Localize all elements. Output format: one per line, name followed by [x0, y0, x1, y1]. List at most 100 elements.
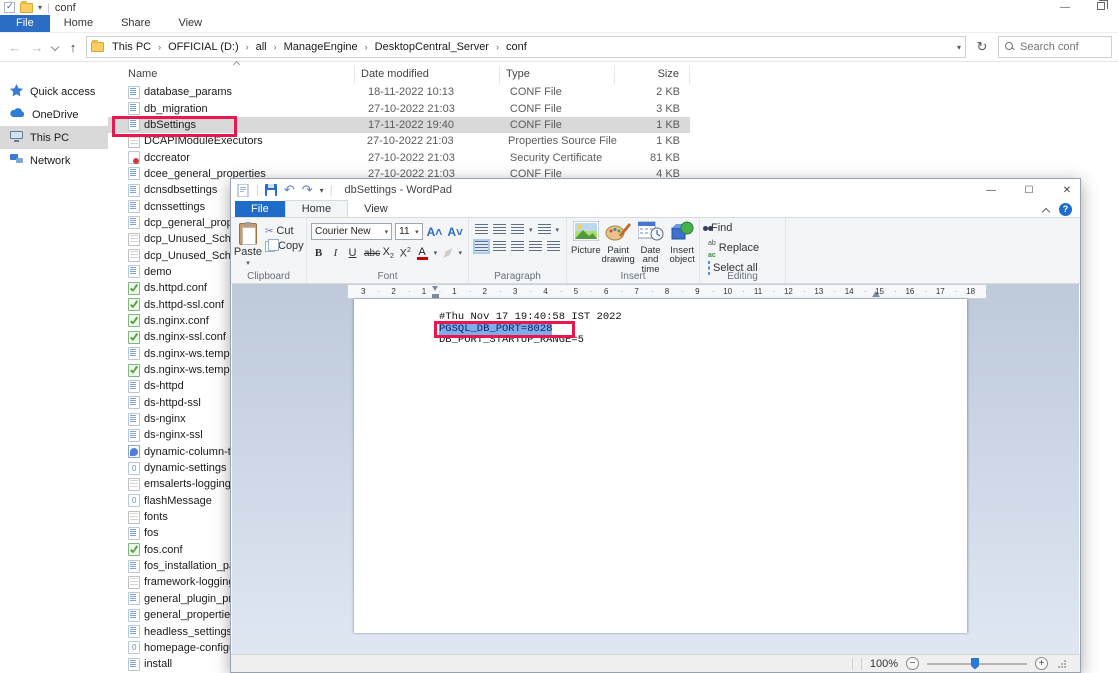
sidebar-item-onedrive[interactable]: OneDrive — [0, 103, 108, 126]
table-row[interactable]: dccreator 27-10-2022 21:03 Security Cert… — [108, 149, 690, 165]
table-row[interactable]: db_migration 27-10-2022 21:03 CONF File … — [108, 100, 690, 116]
file-date: 18-11-2022 10:13 — [362, 86, 504, 98]
breadcrumb-item[interactable]: ManageEngine — [280, 40, 362, 54]
line-spacing-icon[interactable] — [538, 224, 551, 235]
file-type: CONF File — [504, 103, 617, 115]
tab-file[interactable]: File — [0, 15, 50, 32]
increase-indent-icon[interactable] — [493, 224, 506, 235]
tab-home[interactable]: Home — [50, 15, 107, 32]
wordpad-quick-access-toolbar: ↶ ↷ ▾ — [265, 183, 324, 198]
grow-font-button[interactable]: A˄ — [426, 225, 444, 239]
refresh-button[interactable]: ↻ — [970, 39, 994, 55]
wordpad-minimize-button[interactable]: — — [984, 185, 998, 196]
paragraph-settings-icon[interactable] — [547, 241, 560, 252]
breadcrumb-item[interactable]: DesktopCentral_Server — [371, 40, 493, 54]
zoom-slider[interactable] — [927, 663, 1027, 665]
address-bar[interactable]: This PC›OFFICIAL (D:)›all›ManageEngine›D… — [86, 36, 966, 58]
customize-toolbar-chevron-icon[interactable]: ▾ — [38, 3, 42, 12]
chevron-down-icon[interactable]: ▾ — [458, 249, 462, 257]
align-center-button[interactable] — [493, 241, 506, 252]
file-type-icon — [128, 151, 140, 164]
table-row[interactable]: database_params 18-11-2022 10:13 CONF Fi… — [108, 84, 690, 100]
wordpad-statusbar: 100% − + — [231, 654, 1080, 672]
paste-icon — [239, 223, 257, 245]
align-right-button[interactable] — [511, 241, 524, 252]
sidebar-item-network[interactable]: Network — [0, 149, 108, 172]
wordpad-tab-home[interactable]: Home — [285, 200, 348, 217]
sidebar-item-quick-access[interactable]: Quick access — [0, 80, 108, 103]
list-icon[interactable] — [511, 224, 524, 235]
strikethrough-button[interactable]: abc — [364, 248, 377, 259]
tab-share[interactable]: Share — [107, 15, 164, 32]
restore-button[interactable] — [1094, 2, 1108, 13]
sidebar-item-this-pc[interactable]: This PC — [0, 126, 108, 149]
collapse-ribbon-icon[interactable] — [1042, 207, 1051, 213]
chevron-down-icon[interactable]: ▾ — [434, 249, 438, 257]
column-header-size[interactable]: Size — [615, 66, 690, 84]
shrink-font-button[interactable]: A˅ — [446, 225, 464, 239]
breadcrumb-item[interactable]: This PC — [108, 40, 155, 54]
address-dropdown-chevron-icon[interactable]: ▾ — [957, 43, 961, 52]
redo-icon[interactable]: ↷ — [302, 183, 313, 198]
search-input[interactable] — [1020, 41, 1105, 53]
justify-button[interactable] — [529, 241, 542, 252]
bold-button[interactable]: B — [313, 247, 324, 259]
file-name: dccreator — [140, 152, 362, 164]
wordpad-ribbon: Paste ▾ ✂Cut Copy Clipboard Courier New▾… — [231, 218, 1080, 284]
ruler-number: 8 — [652, 287, 682, 296]
underline-button[interactable]: U — [347, 247, 358, 259]
font-color-button[interactable]: A — [417, 247, 428, 260]
replace-button[interactable]: abacReplace — [708, 236, 785, 260]
wordpad-maximize-button[interactable]: ☐ — [1022, 185, 1036, 196]
undo-icon[interactable]: ↶ — [284, 183, 295, 198]
table-row[interactable]: DCAPIModuleExecutors 27-10-2022 21:03 Pr… — [108, 133, 690, 149]
decrease-indent-icon[interactable] — [475, 224, 488, 235]
annotation-port-box — [434, 321, 575, 338]
save-icon[interactable] — [265, 184, 277, 196]
font-size-select[interactable]: 11▾ — [395, 223, 423, 240]
breadcrumb-item[interactable]: OFFICIAL (D:) — [164, 40, 242, 54]
cut-icon: ✂ — [265, 226, 273, 237]
document-page[interactable]: #Thu Nov 17 19:40:58 IST 2022PGSQL_DB_PO… — [354, 299, 967, 633]
up-button[interactable]: ↑ — [64, 40, 82, 55]
copy-button[interactable]: Copy — [265, 240, 304, 252]
column-header-name[interactable]: Name — [108, 66, 355, 84]
minimize-button[interactable]: — — [1058, 2, 1072, 13]
wordpad-close-button[interactable]: ✕ — [1060, 185, 1074, 196]
file-type-icon — [128, 592, 140, 605]
subscript-button[interactable]: X2 — [383, 246, 394, 260]
table-row[interactable]: dbSettings 17-11-2022 19:40 CONF File 1 … — [108, 117, 690, 133]
ruler-number: 13 — [804, 287, 834, 296]
highlight-color-icon[interactable] — [443, 248, 452, 258]
align-left-button[interactable] — [475, 241, 488, 252]
search-icon — [1005, 42, 1015, 52]
column-header-type[interactable]: Type — [500, 66, 615, 84]
help-icon[interactable]: ? — [1059, 203, 1072, 216]
recent-locations-chevron-icon[interactable] — [50, 42, 60, 52]
zoom-slider-thumb[interactable] — [971, 658, 979, 670]
back-button[interactable]: ← — [6, 40, 24, 55]
column-header-date[interactable]: Date modified — [355, 66, 500, 84]
explorer-navbar: ← → ↑ This PC›OFFICIAL (D:)›all›ManageEn… — [0, 33, 1118, 62]
file-type-icon — [128, 364, 140, 377]
cut-button[interactable]: ✂Cut — [265, 225, 304, 237]
quick-access-toolbar-icon[interactable] — [4, 2, 15, 13]
qat-dropdown-chevron-icon[interactable]: ▾ — [320, 186, 324, 195]
breadcrumb-separator-icon: › — [273, 42, 278, 52]
tab-view[interactable]: View — [164, 15, 216, 32]
breadcrumb-item[interactable]: conf — [502, 40, 531, 54]
zoom-in-button[interactable]: + — [1035, 657, 1048, 670]
superscript-button[interactable]: X2 — [400, 247, 411, 260]
wordpad-tab-file[interactable]: File — [235, 201, 285, 217]
search-box[interactable] — [998, 36, 1112, 58]
italic-button[interactable]: I — [330, 247, 341, 259]
font-family-select[interactable]: Courier New▾ — [311, 223, 392, 240]
file-type-icon — [128, 200, 140, 213]
wordpad-tab-view[interactable]: View — [348, 201, 404, 217]
find-button[interactable]: Find — [708, 222, 785, 234]
forward-button[interactable]: → — [28, 40, 46, 55]
file-type-icon — [128, 413, 140, 426]
breadcrumb-item[interactable]: all — [252, 40, 271, 54]
zoom-out-button[interactable]: − — [906, 657, 919, 670]
breadcrumb-separator-icon: › — [364, 42, 369, 52]
